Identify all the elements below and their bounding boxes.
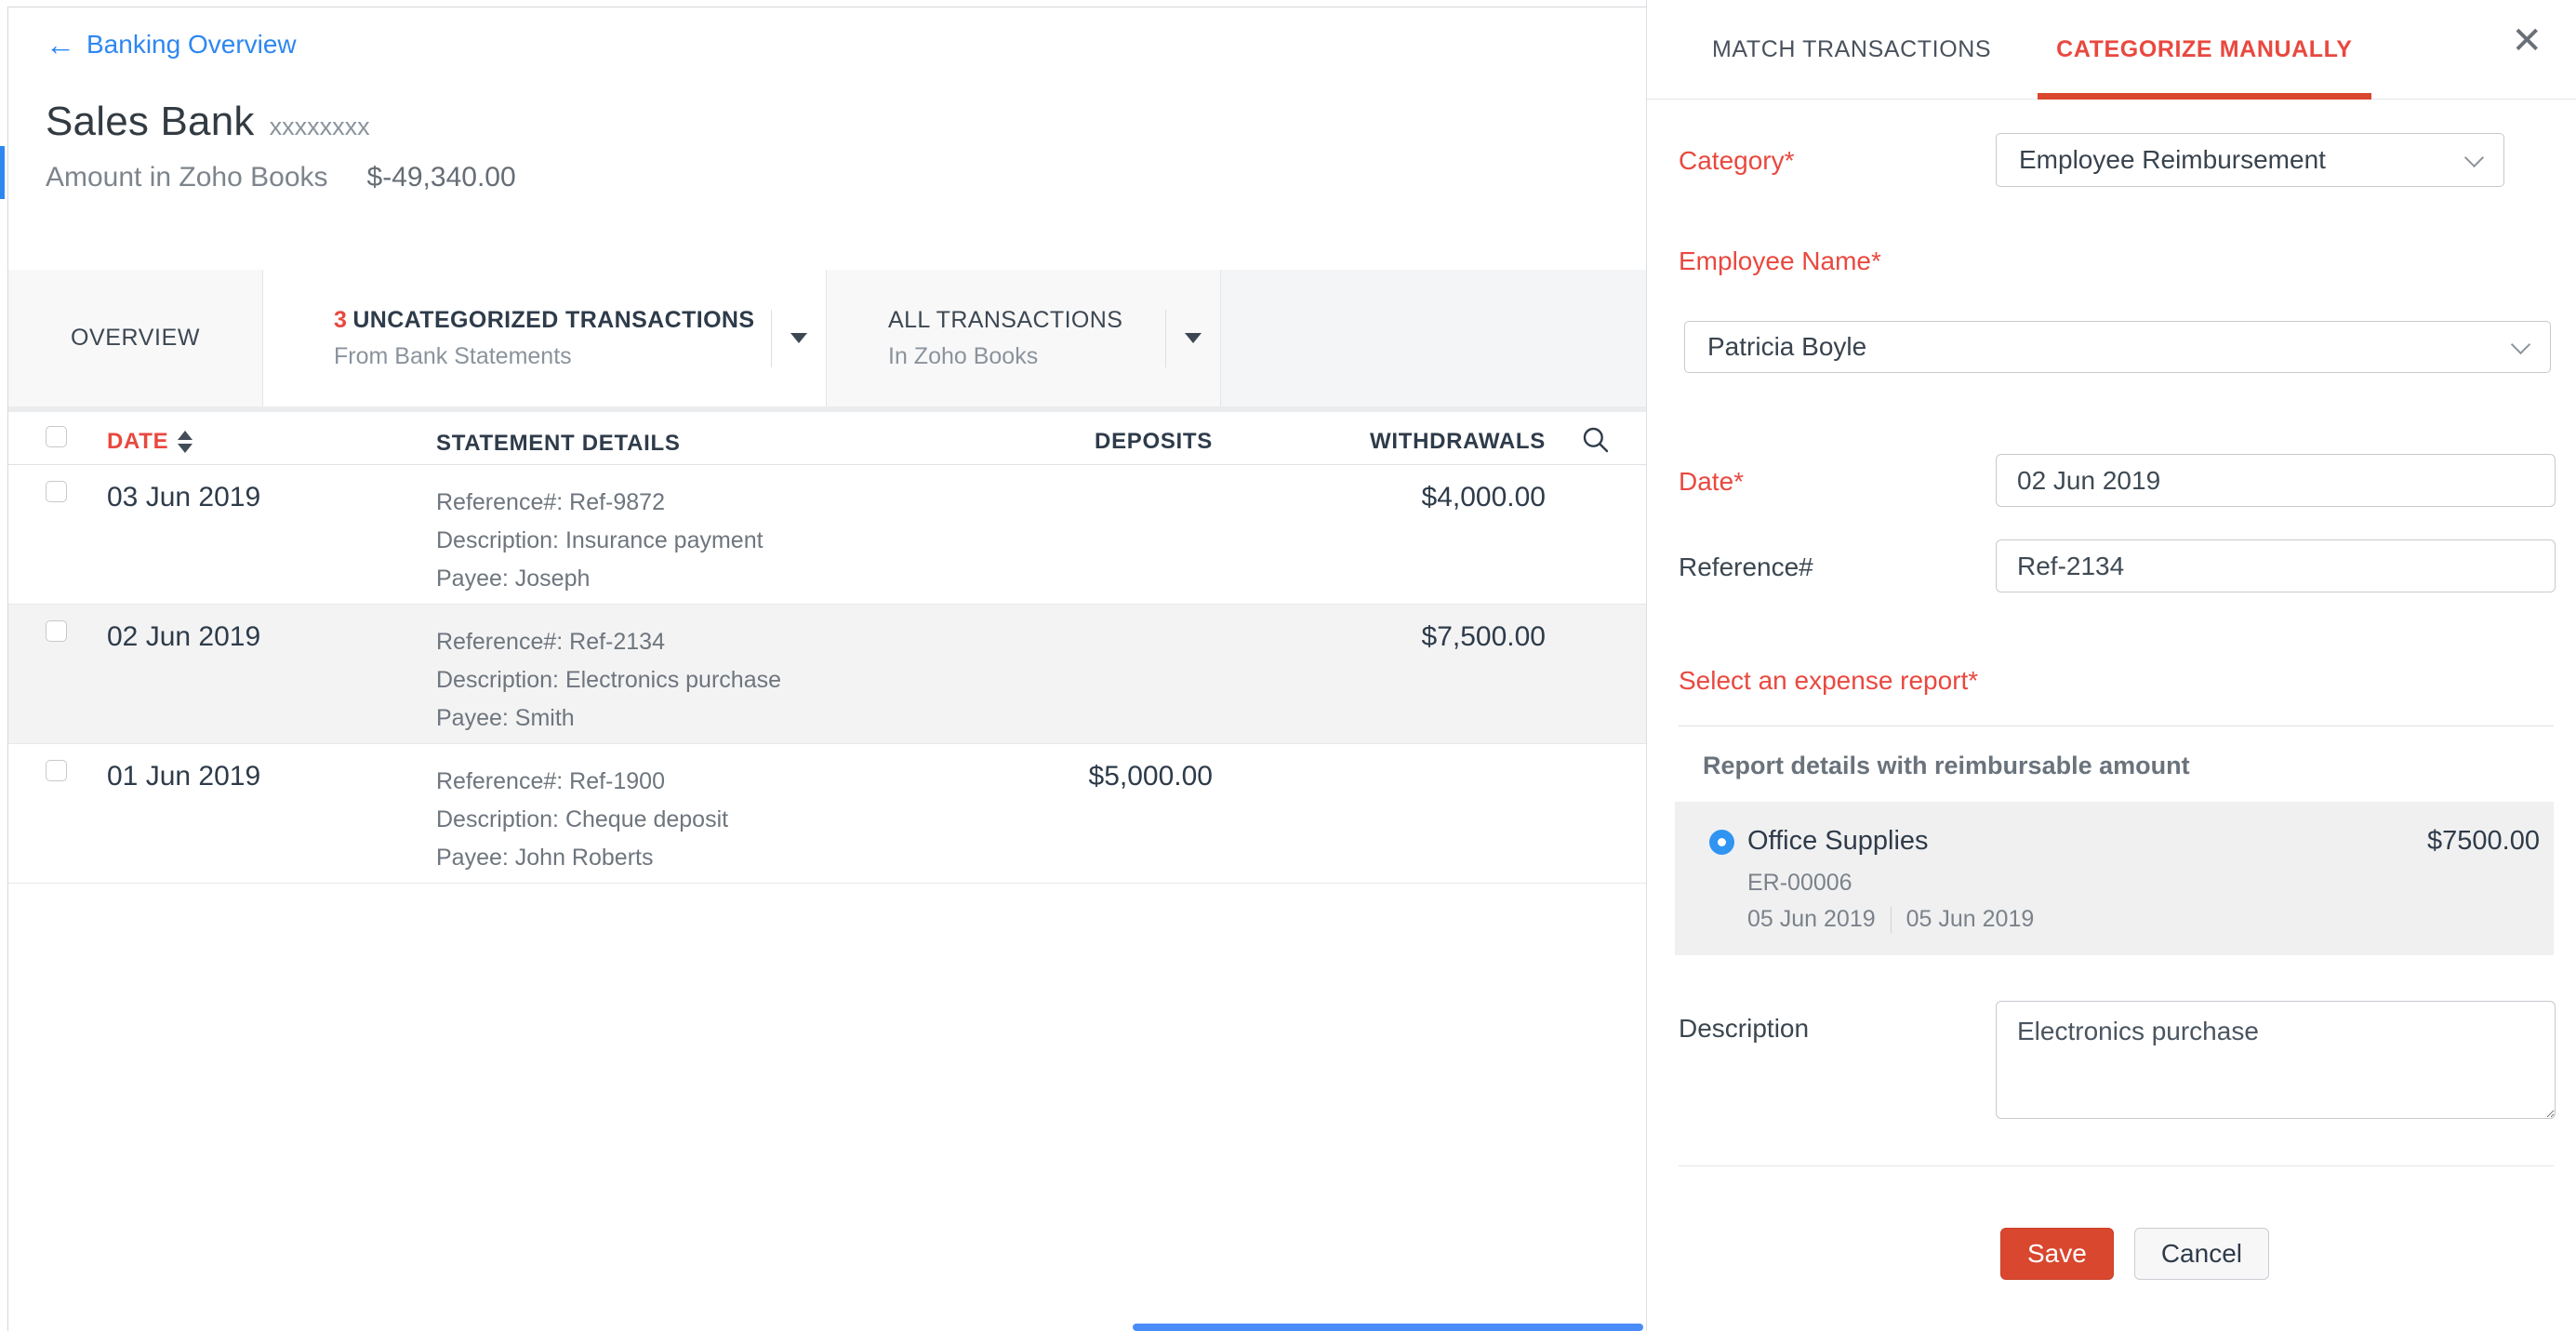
- table-row[interactable]: 01 Jun 2019 Reference#: Ref-1900 Descrip…: [8, 744, 1646, 884]
- tab-overview[interactable]: OVERVIEW: [8, 270, 263, 406]
- transaction-description: Description: Insurance payment: [436, 522, 904, 560]
- chevron-down-icon: [2511, 334, 2530, 353]
- report-start-date: 05 Jun 2019: [1747, 906, 1876, 933]
- deposit-amount: $5,000.00: [1089, 761, 1213, 792]
- date-column-header: DATE: [107, 429, 168, 455]
- transaction-payee: Payee: John Roberts: [436, 839, 904, 877]
- chevron-down-icon: [2464, 147, 2484, 166]
- bank-transactions-panel: ← Banking Overview Sales Bank xxxxxxxx A…: [0, 0, 1647, 1331]
- transaction-reference: Reference#: Ref-9872: [436, 484, 904, 522]
- transaction-payee: Payee: Joseph: [436, 560, 904, 598]
- tab-overview-label: OVERVIEW: [71, 325, 200, 352]
- date-range-divider: [1891, 907, 1892, 933]
- tab-uncategorized-transactions[interactable]: 3UNCATEGORIZED TRANSACTIONS From Bank St…: [263, 270, 827, 406]
- row-checkbox[interactable]: [46, 481, 67, 502]
- table-row[interactable]: 03 Jun 2019 Reference#: Ref-9872 Descrip…: [8, 465, 1646, 605]
- tab-categorize-manually[interactable]: CATEGORIZE MANUALLY: [2038, 0, 2370, 99]
- tab-all-subtitle: In Zoho Books: [888, 343, 1122, 370]
- tabs-filler: [1221, 270, 1646, 406]
- select-expense-report-label: Select an expense report*: [1679, 666, 1978, 695]
- transaction-date: 02 Jun 2019: [107, 621, 260, 652]
- reference-label: Reference#: [1679, 552, 1813, 581]
- category-label: Category*: [1679, 146, 1795, 175]
- tab-divider: [771, 310, 772, 367]
- bank-header: ← Banking Overview Sales Bank xxxxxxxx A…: [8, 0, 1646, 193]
- transaction-date: 01 Jun 2019: [107, 761, 260, 792]
- row-checkbox[interactable]: [46, 620, 67, 642]
- cancel-button[interactable]: Cancel: [2134, 1228, 2269, 1280]
- report-date-range: 05 Jun 2019 05 Jun 2019: [1747, 906, 2540, 933]
- report-number: ER-00006: [1747, 870, 2540, 897]
- tab-uncategorized-subtitle: From Bank Statements: [334, 343, 754, 370]
- account-name: Sales Bank: [46, 99, 255, 145]
- report-end-date: 05 Jun 2019: [1906, 906, 2035, 933]
- tab-all-title: ALL TRANSACTIONS: [888, 307, 1122, 334]
- sort-by-date-control[interactable]: DATE: [107, 429, 193, 455]
- reference-field[interactable]: [1996, 539, 2556, 592]
- expense-report-option[interactable]: Office Supplies $7500.00 ER-00006 05 Jun…: [1675, 802, 2554, 955]
- employee-selected-value: Patricia Boyle: [1707, 332, 1866, 362]
- search-icon[interactable]: [1581, 425, 1611, 455]
- tab-match-transactions[interactable]: MATCH TRANSACTIONS: [1693, 0, 2010, 99]
- account-number-mask: xxxxxxxx: [270, 113, 370, 141]
- withdrawal-amount: $7,500.00: [1422, 621, 1546, 652]
- categorize-panel: MATCH TRANSACTIONS CATEGORIZE MANUALLY ✕…: [1647, 0, 2576, 1331]
- close-icon[interactable]: ✕: [2511, 22, 2543, 60]
- statement-details-column-header: STATEMENT DETAILS: [436, 431, 681, 456]
- category-select[interactable]: Employee Reimbursement: [1996, 133, 2504, 187]
- transaction-description: Description: Cheque deposit: [436, 801, 904, 839]
- back-link-label: Banking Overview: [86, 30, 297, 60]
- tab-all-transactions[interactable]: ALL TRANSACTIONS In Zoho Books: [827, 270, 1221, 406]
- footer-divider: [1679, 1165, 2554, 1166]
- report-reimbursable-amount: $7500.00: [2427, 826, 2540, 857]
- expense-report-radio[interactable]: [1709, 830, 1734, 855]
- row-checkbox[interactable]: [46, 760, 67, 781]
- select-all-checkbox[interactable]: [46, 426, 67, 447]
- table-row[interactable]: 02 Jun 2019 Reference#: Ref-2134 Descrip…: [8, 605, 1646, 744]
- view-tabs: OVERVIEW 3UNCATEGORIZED TRANSACTIONS Fro…: [8, 270, 1646, 406]
- sort-arrows-icon: [178, 431, 193, 453]
- transaction-date: 03 Jun 2019: [107, 482, 260, 512]
- withdrawal-amount: $4,000.00: [1422, 482, 1546, 512]
- categorize-panel-tabs: MATCH TRANSACTIONS CATEGORIZE MANUALLY ✕: [1647, 0, 2576, 100]
- date-field[interactable]: [1996, 454, 2556, 507]
- horizontal-scrollbar[interactable]: [1133, 1324, 1643, 1331]
- back-to-banking-overview-link[interactable]: ← Banking Overview: [46, 30, 297, 60]
- description-label: Description: [1679, 1014, 1809, 1043]
- deposits-column-header: DEPOSITS: [1095, 429, 1213, 454]
- app-root: ← Banking Overview Sales Bank xxxxxxxx A…: [0, 0, 2576, 1331]
- description-field[interactable]: Electronics purchase: [1996, 1001, 2556, 1119]
- amount-in-zoho-books-value: $-49,340.00: [367, 162, 516, 193]
- transaction-reference: Reference#: Ref-2134: [436, 623, 904, 661]
- back-arrow-icon: ←: [46, 30, 75, 60]
- category-selected-value: Employee Reimbursement: [2019, 145, 2326, 175]
- transaction-description: Description: Electronics purchase: [436, 661, 904, 699]
- employee-name-label: Employee Name*: [1679, 246, 1881, 275]
- save-button[interactable]: Save: [2000, 1228, 2114, 1280]
- report-name: Office Supplies: [1747, 826, 1929, 857]
- chevron-down-icon[interactable]: [790, 333, 807, 343]
- employee-name-select[interactable]: Patricia Boyle: [1684, 321, 2551, 373]
- left-scroll-indicator: [0, 146, 5, 199]
- report-details-section-title: Report details with reimbursable amount: [1703, 752, 2576, 780]
- amount-in-zoho-books-label: Amount in Zoho Books: [46, 162, 328, 193]
- tab-divider: [1165, 310, 1166, 367]
- section-divider: [1679, 725, 2554, 726]
- uncategorized-count-badge: 3: [334, 307, 347, 333]
- transactions-table-header: DATE STATEMENT DETAILS DEPOSITS WITHDRAW…: [8, 412, 1646, 465]
- chevron-down-icon[interactable]: [1185, 333, 1202, 343]
- date-label: Date*: [1679, 467, 1744, 496]
- transaction-reference: Reference#: Ref-1900: [436, 763, 904, 801]
- withdrawals-column-header: WITHDRAWALS: [1370, 429, 1546, 454]
- transaction-payee: Payee: Smith: [436, 699, 904, 738]
- tab-uncategorized-title: 3UNCATEGORIZED TRANSACTIONS: [334, 307, 754, 334]
